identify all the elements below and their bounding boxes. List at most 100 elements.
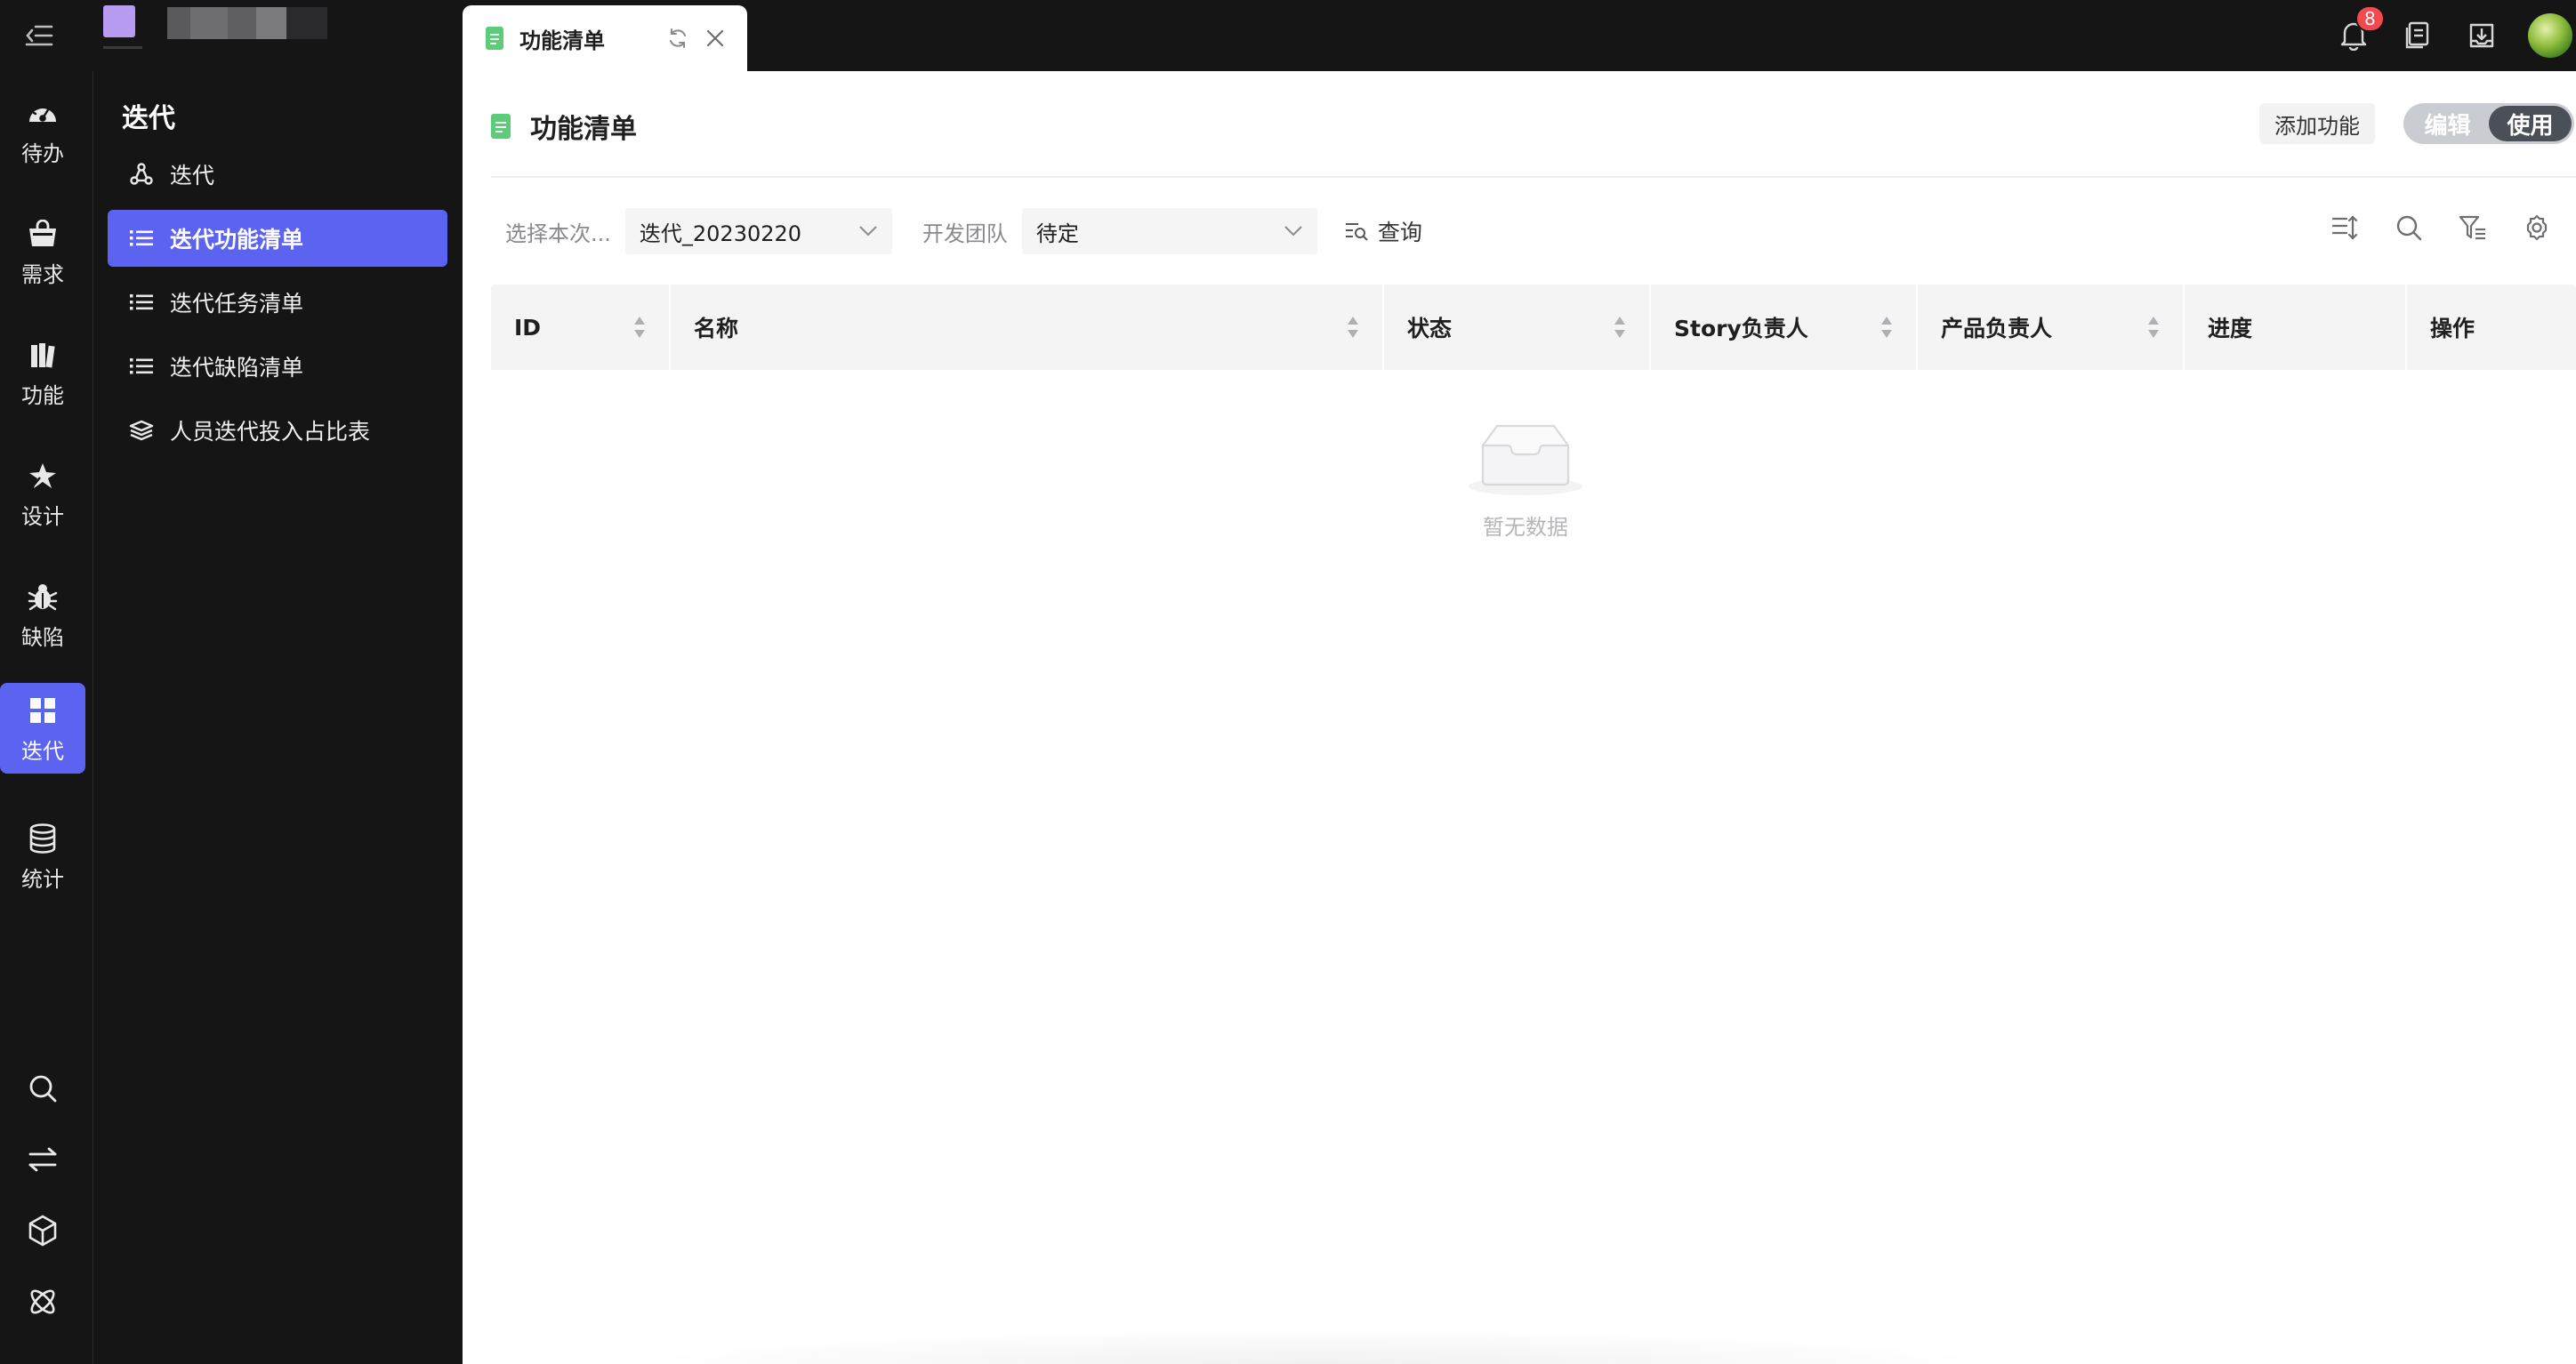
sort-icon[interactable] xyxy=(1347,315,1359,340)
toggle-use[interactable]: 使用 xyxy=(2489,106,2572,141)
iteration-select[interactable]: 迭代_20230220 xyxy=(624,208,892,254)
rail-label: 缺陷 xyxy=(21,624,64,650)
rail-item-requirements[interactable]: 需求 xyxy=(0,206,85,297)
sort-icon[interactable] xyxy=(1880,315,1893,340)
tab-title: 功能清单 xyxy=(519,28,605,53)
main-content: 功能清单 添加功能 编辑 使用 选择本次... 迭代_20230220 开发团队… xyxy=(463,71,2576,1364)
submenu-item-iteration-tasks[interactable]: 迭代任务清单 xyxy=(108,274,447,331)
toggle-edit[interactable]: 编辑 xyxy=(2406,106,2489,141)
logo-underline xyxy=(103,46,142,49)
grid-icon xyxy=(25,693,60,728)
column-id[interactable]: ID xyxy=(491,285,671,370)
column-actions: 操作 xyxy=(2430,316,2475,341)
document-green-icon xyxy=(486,27,503,50)
close-icon[interactable] xyxy=(703,26,728,51)
submenu-label: 迭代任务清单 xyxy=(170,291,304,317)
design-icon xyxy=(25,458,60,493)
query-button[interactable]: 查询 xyxy=(1344,208,1422,254)
atom-icon[interactable] xyxy=(0,1275,85,1328)
rail-item-todo[interactable]: 待办 xyxy=(0,85,85,176)
search-icon[interactable] xyxy=(0,1062,85,1115)
chevron-down-icon xyxy=(859,226,877,237)
density-icon[interactable] xyxy=(2327,210,2363,245)
rail-label: 统计 xyxy=(21,866,64,892)
empty-text: 暂无数据 xyxy=(1483,515,1568,540)
column-story-owner[interactable]: Story负责人 xyxy=(1651,285,1918,370)
dashboard-icon xyxy=(25,95,60,131)
workspace-name-blurred xyxy=(167,7,327,39)
chevron-down-icon xyxy=(1284,226,1302,237)
app-logo[interactable] xyxy=(103,5,135,37)
rail-label: 迭代 xyxy=(21,738,64,764)
page-title: 功能清单 xyxy=(530,114,637,145)
rail-item-features[interactable]: 功能 xyxy=(0,327,85,418)
iteration-filter-label: 选择本次... xyxy=(505,221,611,246)
query-list-search-icon xyxy=(1344,219,1369,244)
tab-feature-list[interactable]: 功能清单 xyxy=(463,5,747,71)
iteration-select-value: 迭代_20230220 xyxy=(639,221,802,246)
column-status[interactable]: 状态 xyxy=(1384,285,1651,370)
bottom-shadow xyxy=(623,1328,2010,1364)
rail-label: 功能 xyxy=(21,382,64,408)
rail-item-stats[interactable]: 统计 xyxy=(0,811,85,902)
notification-badge: 8 xyxy=(2355,5,2385,32)
switch-icon[interactable] xyxy=(0,1133,85,1186)
table-tools xyxy=(2298,210,2555,245)
list-icon xyxy=(127,352,156,381)
submenu-item-iteration-features[interactable]: 迭代功能清单 xyxy=(108,210,447,267)
submenu-item-staff-ratio[interactable]: 人员迭代投入占比表 xyxy=(108,402,447,459)
submenu-label: 迭代功能清单 xyxy=(170,227,304,253)
top-right-actions: 8 xyxy=(2336,0,2576,71)
document-icon[interactable] xyxy=(2400,18,2435,53)
rail-label: 待办 xyxy=(21,140,64,166)
layers-icon xyxy=(127,416,156,445)
team-filter-label: 开发团队 xyxy=(922,221,1008,246)
filter-icon[interactable] xyxy=(2455,210,2491,245)
books-icon xyxy=(25,337,60,373)
submenu-label: 迭代 xyxy=(170,163,215,189)
empty-inbox-icon xyxy=(1469,424,1582,495)
secondary-nav: 迭代 迭代 迭代功能清单 迭代任务清单 迭代缺陷清单 人员迭代投入占比表 xyxy=(93,71,463,1364)
submenu-item-iteration[interactable]: 迭代 xyxy=(108,146,447,203)
team-select[interactable]: 待定 xyxy=(1021,208,1317,254)
branch-icon xyxy=(127,160,156,189)
top-bar: 功能清单 8 xyxy=(0,0,2576,71)
list-icon xyxy=(127,288,156,317)
bell-icon[interactable]: 8 xyxy=(2336,5,2385,53)
rail-label: 需求 xyxy=(21,261,64,287)
rail-item-design[interactable]: 设计 xyxy=(0,448,85,539)
submenu-item-iteration-defects[interactable]: 迭代缺陷清单 xyxy=(108,338,447,395)
avatar[interactable] xyxy=(2528,13,2572,58)
submenu-label: 人员迭代投入占比表 xyxy=(170,419,371,445)
rail-item-bugs[interactable]: 缺陷 xyxy=(0,569,85,660)
rail-item-iteration[interactable]: 迭代 xyxy=(0,683,85,774)
edit-use-toggle[interactable]: 编辑 使用 xyxy=(2403,103,2574,144)
sort-icon[interactable] xyxy=(2147,315,2160,340)
refresh-icon[interactable] xyxy=(665,26,690,51)
cube-icon[interactable] xyxy=(0,1204,85,1257)
column-product-owner[interactable]: 产品负责人 xyxy=(1918,285,2185,370)
sort-icon[interactable] xyxy=(1614,315,1626,340)
sort-icon[interactable] xyxy=(633,315,646,340)
primary-nav-rail: 待办 需求 功能 设计 缺陷 迭代 统计 xyxy=(0,71,93,1364)
table-header: ID 名称 状态 Story负责人 产品负责人 进度 操作 xyxy=(491,285,2576,370)
rail-label: 设计 xyxy=(21,503,64,529)
bug-icon xyxy=(25,579,60,614)
submenu-title: 迭代 xyxy=(122,103,175,134)
bag-icon xyxy=(25,216,60,252)
search-icon[interactable] xyxy=(2391,210,2427,245)
settings-gear-icon[interactable] xyxy=(2519,210,2555,245)
submenu-label: 迭代缺陷清单 xyxy=(170,355,304,381)
header-divider xyxy=(491,176,2576,178)
add-feature-button[interactable]: 添加功能 xyxy=(2259,103,2375,144)
page-header: 功能清单 xyxy=(491,107,637,146)
database-icon xyxy=(25,821,60,856)
filter-bar: 选择本次... 迭代_20230220 开发团队 待定 查询 xyxy=(491,208,1422,254)
column-progress: 进度 xyxy=(2185,285,2407,370)
inbox-download-icon[interactable] xyxy=(2464,18,2500,53)
query-label: 查询 xyxy=(1377,220,1422,245)
column-name[interactable]: 名称 xyxy=(671,285,1384,370)
collapse-sidebar-icon[interactable] xyxy=(21,18,57,53)
list-icon xyxy=(127,224,156,253)
document-green-icon xyxy=(491,114,511,139)
